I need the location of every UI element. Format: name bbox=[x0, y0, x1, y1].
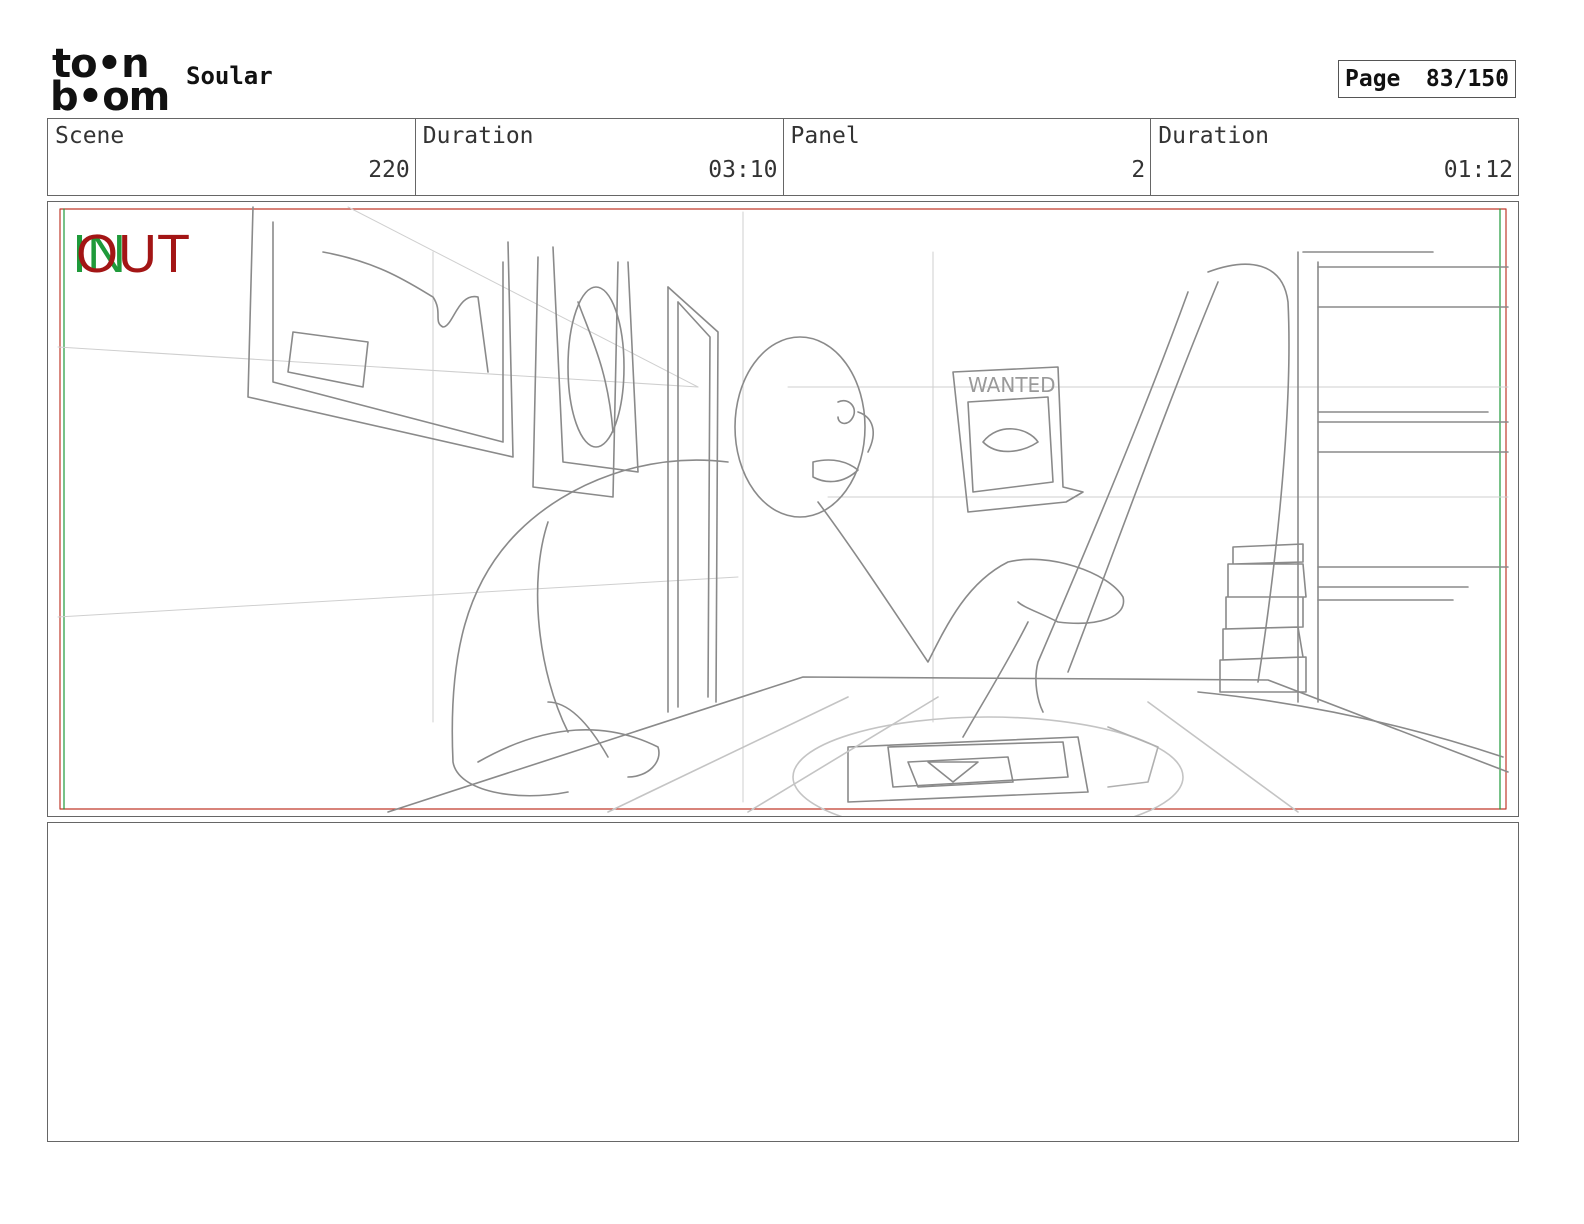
page-number: 83/150 bbox=[1425, 66, 1509, 92]
page-label: Page bbox=[1345, 66, 1401, 92]
poster-text: WANTED bbox=[968, 373, 1056, 397]
panel-duration-value: 01:12 bbox=[1443, 157, 1513, 183]
scene-duration-cell: Duration 03:10 bbox=[416, 119, 784, 195]
desk bbox=[387, 676, 1509, 816]
panel-value: 2 bbox=[1131, 157, 1146, 183]
scene-cell: Scene 220 bbox=[48, 119, 416, 195]
scene-duration-value: 03:10 bbox=[708, 157, 778, 183]
character-arm bbox=[962, 621, 1029, 738]
wall-frame-left bbox=[247, 206, 514, 458]
panel-duration-label: Duration bbox=[1158, 123, 1270, 149]
door-frame bbox=[667, 286, 719, 713]
storyboard-panel: WANTED IN OUT bbox=[47, 201, 1519, 817]
panel-duration-cell: Duration 01:12 bbox=[1151, 119, 1518, 195]
project-title: Soular bbox=[186, 62, 273, 90]
toon-boom-logo: to•n b•om bbox=[50, 44, 170, 120]
logo-line-2: b•om bbox=[50, 73, 170, 120]
panel-sketch: WANTED bbox=[57, 206, 1509, 816]
wanted-poster: WANTED bbox=[952, 366, 1084, 513]
scene-label: Scene bbox=[55, 123, 125, 149]
scene-value: 220 bbox=[368, 157, 410, 183]
page-indicator: Page 83/150 bbox=[1338, 60, 1516, 98]
wall-frame-small bbox=[532, 246, 639, 498]
scene-duration-label: Duration bbox=[422, 123, 534, 149]
panel-label: Panel bbox=[790, 123, 860, 149]
character bbox=[451, 336, 1125, 797]
panel-cell: Panel 2 bbox=[784, 119, 1152, 195]
in-out-markers: IN OUT bbox=[72, 224, 212, 284]
panel-notes-box[interactable] bbox=[47, 822, 1519, 1142]
panel-info-table: Scene 220 Duration 03:10 Panel 2 Duratio… bbox=[47, 118, 1519, 196]
out-marker: OUT bbox=[76, 224, 190, 284]
safe-frame bbox=[59, 208, 1507, 810]
chair-back bbox=[1035, 263, 1290, 713]
bookshelf bbox=[1219, 251, 1509, 703]
perspective-guides bbox=[57, 206, 1509, 803]
